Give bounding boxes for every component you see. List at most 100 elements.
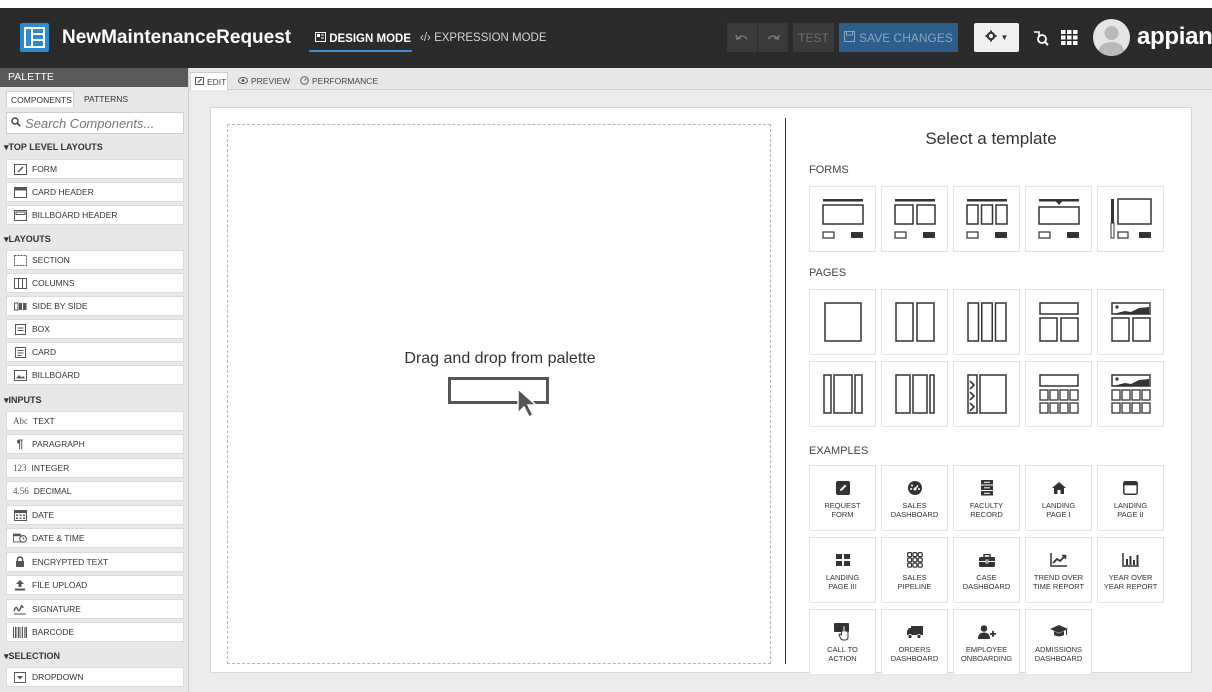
palette-item-card[interactable]: CARD xyxy=(6,342,184,362)
palette-item-integer[interactable]: 123 INTEGER xyxy=(6,458,184,478)
example-label: ORDERS DASHBOARD xyxy=(890,645,939,663)
test-button[interactable]: TEST xyxy=(793,23,834,52)
palette-item-label: CARD xyxy=(32,347,57,357)
template-form-wizard[interactable] xyxy=(1025,186,1092,252)
example-label: REQUEST FORM xyxy=(824,501,861,519)
tab-preview[interactable]: PREVIEW xyxy=(234,72,294,90)
palette-item-label: DROPDOWN xyxy=(32,672,84,682)
app-launcher-icon[interactable] xyxy=(1061,30,1078,50)
category-label: LAYOUTS xyxy=(8,234,51,244)
drop-zone[interactable]: Drag and drop from palette xyxy=(227,124,771,664)
example-landing-page-2[interactable]: LANDING PAGE II xyxy=(1097,465,1164,531)
search-components-input[interactable] xyxy=(25,115,175,131)
example-faculty-record[interactable]: FACULTY RECORD xyxy=(953,465,1020,531)
tab-components[interactable]: COMPONENTS xyxy=(6,91,74,107)
undo-button[interactable] xyxy=(727,23,757,52)
example-admissions-dashboard[interactable]: ADMISSIONS DASHBOARD xyxy=(1025,609,1092,675)
example-sales-dashboard[interactable]: SALES DASHBOARD xyxy=(881,465,948,531)
side-by-side-icon xyxy=(13,300,27,312)
palette-item-encrypted-text[interactable]: ENCRYPTED TEXT xyxy=(6,552,184,572)
palette-item-box[interactable]: BOX xyxy=(6,319,184,339)
design-mode-label: DESIGN MODE xyxy=(329,33,411,45)
example-request-form[interactable]: REQUEST FORM xyxy=(809,465,876,531)
palette-item-dropdown[interactable]: DROPDOWN xyxy=(6,667,184,687)
template-form-one-column[interactable] xyxy=(809,186,876,252)
palette-item-form[interactable]: FORM xyxy=(6,159,184,179)
template-page-billboard-two-column[interactable] xyxy=(1097,289,1164,355)
drag-drop-icon xyxy=(448,377,552,422)
palette-item-billboard-header[interactable]: BILLBOARD HEADER xyxy=(6,205,184,225)
save-changes-button[interactable]: SAVE CHANGES xyxy=(839,23,958,52)
example-label: FACULTY RECORD xyxy=(969,501,1004,519)
category-inputs[interactable]: ▾INPUTS xyxy=(4,395,42,406)
example-call-to-action[interactable]: CALL TO ACTION xyxy=(809,609,876,675)
lock-icon xyxy=(13,556,27,568)
template-page-wide-center[interactable] xyxy=(809,361,876,427)
truck-icon xyxy=(906,623,923,641)
palette-item-label: DECIMAL xyxy=(33,486,72,496)
example-landing-page-1[interactable]: LANDING PAGE I xyxy=(1025,465,1092,531)
example-landing-page-3[interactable]: LANDING PAGE III xyxy=(809,537,876,603)
category-layouts[interactable]: ▾LAYOUTS xyxy=(4,234,51,245)
template-page-three-column[interactable] xyxy=(953,289,1020,355)
template-page-one-column[interactable] xyxy=(809,289,876,355)
barcode-icon xyxy=(13,626,27,638)
palette-item-decimal[interactable]: 4.56 DECIMAL xyxy=(6,481,184,501)
work-area: Drag and drop from palette Select a temp… xyxy=(189,90,1212,692)
palette-item-barcode[interactable]: BARCODE xyxy=(6,622,184,642)
template-page-billboard-grid[interactable] xyxy=(1097,361,1164,427)
palette-item-date-time[interactable]: DATE & TIME xyxy=(6,528,184,548)
billboard-header-icon xyxy=(13,209,27,221)
gauge-icon xyxy=(300,75,309,87)
editor-tabs: EDIT PREVIEW PERFORMANCE xyxy=(189,68,1212,90)
app-logo-icon xyxy=(20,23,49,52)
template-page-header-two-column[interactable] xyxy=(1025,289,1092,355)
test-label: TEST xyxy=(798,30,829,45)
palette-item-card-header[interactable]: CARD HEADER xyxy=(6,182,184,202)
palette-item-label: INTEGER xyxy=(31,463,70,473)
template-page-header-grid[interactable] xyxy=(1025,361,1092,427)
settings-menu-button[interactable]: ▼ xyxy=(974,23,1019,52)
hand-pointer-icon xyxy=(833,623,852,641)
palette-item-signature[interactable]: SIGNATURE xyxy=(6,599,184,619)
box-icon xyxy=(13,323,27,335)
tab-edit[interactable]: EDIT xyxy=(190,72,228,90)
design-mode-icon xyxy=(315,32,329,45)
palette-item-billboard[interactable]: BILLBOARD xyxy=(6,365,184,385)
forms-section-label: FORMS xyxy=(809,164,849,176)
template-form-two-column[interactable] xyxy=(881,186,948,252)
example-orders-dashboard[interactable]: ORDERS DASHBOARD xyxy=(881,609,948,675)
palette-item-paragraph[interactable]: ¶ PARAGRAPH xyxy=(6,434,184,454)
template-page-navigation[interactable] xyxy=(953,361,1020,427)
tab-performance[interactable]: PERFORMANCE xyxy=(296,72,382,90)
briefcase-icon xyxy=(978,551,995,569)
template-page-wide-left[interactable] xyxy=(881,361,948,427)
palette-item-side-by-side[interactable]: SIDE BY SIDE xyxy=(6,296,184,316)
palette-item-date[interactable]: DATE xyxy=(6,505,184,525)
example-trend-over-time-report[interactable]: TREND OVER TIME REPORT xyxy=(1025,537,1092,603)
palette-item-section[interactable]: SECTION xyxy=(6,250,184,270)
palette-item-text[interactable]: Abc TEXT xyxy=(6,411,184,431)
expression-mode-tab[interactable]: ‹/› EXPRESSION MODE xyxy=(420,32,547,44)
template-form-sidebar[interactable] xyxy=(1097,186,1164,252)
template-page-two-column[interactable] xyxy=(881,289,948,355)
pipeline-icon xyxy=(906,551,923,569)
design-mode-tab[interactable]: DESIGN MODE xyxy=(315,32,411,45)
example-employee-onboarding[interactable]: EMPLOYEE ONBOARDING xyxy=(953,609,1020,675)
example-year-over-year-report[interactable]: YEAR OVER YEAR REPORT xyxy=(1097,537,1164,603)
server-icon xyxy=(980,479,993,497)
category-top-level-layouts[interactable]: ▾TOP LEVEL LAYOUTS xyxy=(4,142,103,153)
user-avatar[interactable] xyxy=(1093,19,1130,56)
redo-button[interactable] xyxy=(758,23,788,52)
category-selection[interactable]: ▾SELECTION xyxy=(4,651,60,662)
tab-patterns[interactable]: PATTERNS xyxy=(80,91,132,107)
palette-item-file-upload[interactable]: FILE UPLOAD xyxy=(6,575,184,595)
calendar-icon xyxy=(13,509,27,521)
palette-item-columns[interactable]: COLUMNS xyxy=(6,273,184,293)
example-sales-pipeline[interactable]: SALES PIPELINE xyxy=(881,537,948,603)
find-icon[interactable] xyxy=(1032,30,1050,51)
save-changes-label: SAVE CHANGES xyxy=(859,30,953,45)
pages-section-label: PAGES xyxy=(809,267,847,279)
template-form-three-column[interactable] xyxy=(953,186,1020,252)
example-case-dashboard[interactable]: CASE DASHBOARD xyxy=(953,537,1020,603)
